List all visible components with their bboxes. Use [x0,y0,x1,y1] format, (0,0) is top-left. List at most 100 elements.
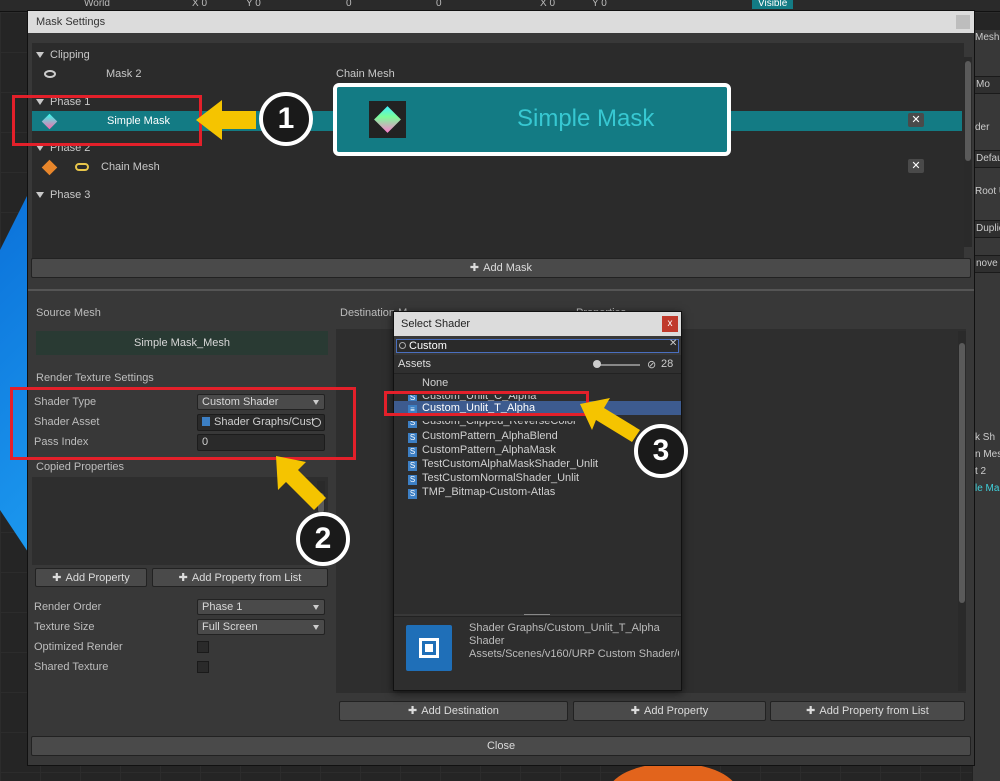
shader-item[interactable]: S TMP_Bitmap-Custom-Atlas [408,485,681,499]
arrow-2-icon [276,456,326,510]
optimized-render-label: Optimized Render [34,641,123,653]
shader-icon: S [408,475,417,485]
rotation-field[interactable]: 0 [436,0,442,9]
value-field[interactable]: 0 [346,0,352,9]
rp-mo[interactable]: Mo [973,76,1000,94]
tree-clipping[interactable]: Clipping [36,45,90,65]
expand-triangle-icon[interactable] [36,52,44,59]
plus-icon: ✚ [408,705,418,717]
shader-preview: Shader Graphs/Custom_Unlit_T_Alpha Shade… [394,616,681,690]
rp-root: Root U [975,186,1000,197]
inspector-panel: Mesh Mo der Defau Root U Duplic nove I k… [972,30,1000,781]
rp-text-1: k Sh [975,432,996,443]
clear-search-icon[interactable]: ✕ [669,338,677,349]
optimized-render-checkbox[interactable] [197,641,209,653]
y-field[interactable]: Y 0 [246,0,261,9]
shader-icon: S [408,447,417,457]
popup-close-button[interactable]: x [662,316,678,332]
tree-phase3[interactable]: Phase 3 [36,185,90,205]
rp-duplicate[interactable]: Duplic [973,220,1000,238]
shared-texture-label: Shared Texture [34,661,109,673]
render-order-label: Render Order [34,601,102,613]
source-mesh-field[interactable]: Simple Mask_Mesh [36,331,328,355]
shader-icon: S [408,461,417,471]
rp-text-3: t 2 [975,466,987,477]
add-property-button[interactable]: ✚ Add Property [35,568,147,587]
rp-mesh[interactable]: Mesh [973,30,1000,48]
shader-icon: S [408,433,417,443]
add-destination-button[interactable]: ✚ Add Destination [339,701,568,721]
chain-mesh-header: Chain Mesh [336,68,395,80]
texture-size-dropdown[interactable]: Full Screen [197,619,325,635]
x2-field[interactable]: X 0 [540,0,555,9]
shader-icon: S [408,489,417,499]
tree-scroll-thumb[interactable] [965,61,971,161]
mask-icon [44,70,56,79]
select-shader-popup: Select Shader x Custom ✕ Assets ⊘ 28 Non… [393,311,682,691]
visible-toggle[interactable]: Visible [752,0,794,9]
tree-mask2[interactable]: Mask 2 [44,64,141,84]
zoom-gradient-diamond [374,106,401,133]
highlight-box-shader-settings [10,387,356,460]
shader-item[interactable]: S TestCustomNormalShader_Unlit [408,471,681,485]
x-field[interactable]: X 0 [192,0,207,9]
render-order-dropdown[interactable]: Phase 1 [197,599,325,615]
rp-text-4: le Ma [975,483,1000,494]
preview-name: Shader Graphs/Custom_Unlit_T_Alpha [469,622,660,634]
remove-simple-mask-button[interactable]: ✕ [908,113,924,127]
hidden-count-icon[interactable]: ⊘ [647,358,656,371]
highlight-box-shader-item [384,391,589,416]
window-close-button[interactable] [956,15,970,29]
window-title: Mask Settings [28,11,974,33]
plus-icon: ✚ [630,705,640,717]
rp-default[interactable]: Defau [973,150,1000,168]
highlight-box-simple-mask [12,95,202,146]
popup-title: Select Shader [394,312,681,336]
destination-scroll-thumb[interactable] [959,343,965,603]
plus-icon: ✚ [469,262,480,274]
arrow-3-icon [580,398,640,442]
step-badge-1: 1 [259,92,313,146]
plus-icon: ✚ [178,572,188,584]
section-divider [28,289,974,291]
rp-der: der [975,122,990,133]
chain-icon [75,163,89,172]
add-destination-property-from-list-button[interactable]: ✚ Add Property from List [770,701,965,721]
add-mask-button[interactable]: ✚ Add Mask [31,258,971,278]
plus-icon: ✚ [52,572,62,584]
copied-properties-label: Copied Properties [36,461,125,473]
destination-scrollbar[interactable] [958,331,966,691]
search-icon [399,342,406,349]
rp-remove[interactable]: nove I [973,255,1000,273]
shader-search-input[interactable]: Custom [396,339,679,353]
shader-item-none[interactable]: None [422,376,681,390]
assets-tab[interactable]: Assets [398,358,431,370]
render-texture-settings-label: Render Texture Settings [36,372,154,384]
shared-texture-checkbox[interactable] [197,661,209,673]
expand-triangle-icon[interactable] [36,192,44,199]
tree-chain-mesh[interactable]: Chain Mesh [41,157,160,177]
texture-size-label: Texture Size [34,621,95,633]
asset-tab-bar: Assets ⊘ 28 [394,355,681,374]
zoom-diamond-icon [369,101,406,138]
plus-icon: ✚ [806,705,816,717]
tree-scrollbar[interactable] [964,57,972,247]
y2-field[interactable]: Y 0 [592,0,607,9]
add-destination-property-button[interactable]: ✚ Add Property [573,701,766,721]
orange-diamond-icon [41,159,58,175]
shader-graph-preview-icon [406,625,452,671]
rp-text-2: n Mes [975,449,1000,460]
add-property-from-list-button[interactable]: ✚ Add Property from List [152,568,328,587]
shader-icon: S [408,418,417,428]
step-badge-2: 2 [296,512,350,566]
world-dropdown[interactable]: World [84,0,110,9]
step-badge-3: 3 [634,424,688,478]
preview-type: Shader [469,635,505,647]
zoom-highlight-box: Simple Mask [333,83,731,156]
arrow-1-icon [196,100,256,140]
zoom-slider-thumb[interactable] [593,360,601,368]
preview-path: Assets/Scenes/v160/URP Custom Shader/C [469,648,679,660]
close-button[interactable]: Close [31,736,971,756]
hidden-count: 28 [661,358,674,370]
remove-chain-mesh-button[interactable]: ✕ [908,159,924,173]
